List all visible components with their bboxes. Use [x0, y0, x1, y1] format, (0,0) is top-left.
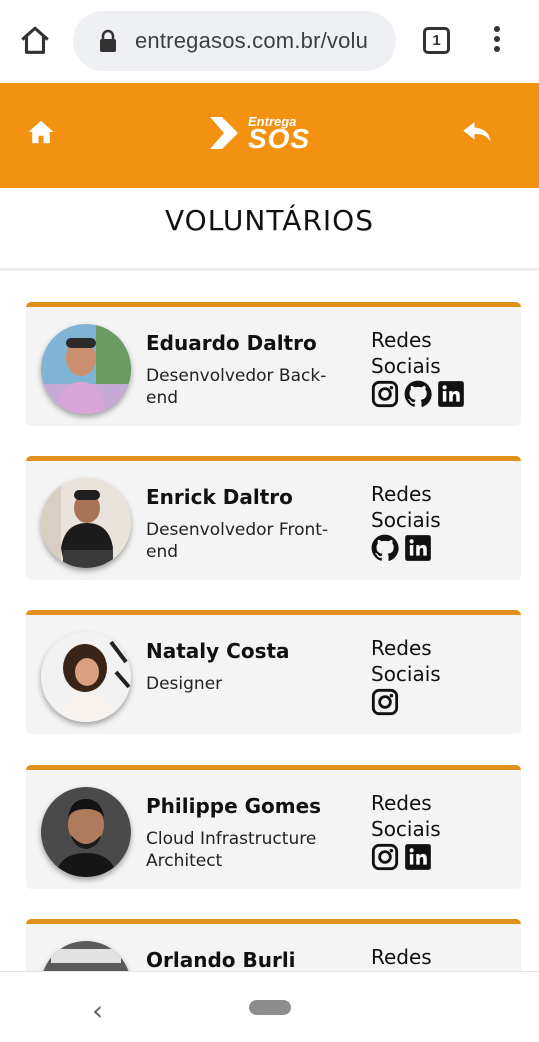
back-chevron-icon[interactable]: ‹ — [92, 994, 103, 1027]
volunteer-card: Orlando Burli Redes — [26, 919, 521, 971]
social-label: Redes Sociais — [371, 636, 441, 686]
volunteer-role: Cloud Infrastructure Architect — [146, 829, 317, 871]
app-header: Entrega SOS — [0, 83, 539, 188]
volunteer-name: Eduardo Daltro — [146, 331, 317, 355]
home-icon[interactable] — [26, 117, 56, 147]
volunteer-role: Desenvolvedor Front-end — [146, 520, 329, 562]
social-section: Redes Sociais — [371, 790, 511, 871]
reply-icon[interactable] — [462, 119, 492, 145]
volunteer-card: Eduardo Daltro Desenvolvedor Back-end Re… — [26, 302, 521, 426]
social-section: Redes — [371, 944, 511, 970]
home-pill-icon[interactable] — [249, 1000, 291, 1015]
logo-big-text: SOS — [248, 123, 311, 154]
linkedin-icon[interactable] — [437, 380, 465, 408]
avatar — [41, 632, 131, 722]
instagram-icon[interactable] — [371, 380, 399, 408]
volunteer-list[interactable]: Eduardo Daltro Desenvolvedor Back-end Re… — [0, 271, 539, 971]
social-label: Redes Sociais — [371, 482, 441, 532]
volunteer-card: Nataly Costa Designer Redes Sociais — [26, 610, 521, 734]
linkedin-icon[interactable] — [404, 843, 432, 871]
system-navigation-bar: ‹ — [0, 971, 539, 1042]
logo[interactable]: Entrega SOS — [206, 111, 312, 155]
social-label: Redes Sociais — [371, 791, 441, 841]
social-section: Redes Sociais — [371, 481, 511, 562]
volunteer-name: Nataly Costa — [146, 639, 290, 663]
social-label: Redes — [371, 945, 432, 969]
volunteer-role: Desenvolvedor Back-end — [146, 366, 327, 408]
page-title: VOLUNTÁRIOS — [165, 204, 374, 237]
logo-arrow-icon — [210, 117, 238, 149]
github-icon[interactable] — [404, 380, 432, 408]
avatar — [41, 478, 131, 568]
social-section: Redes Sociais — [371, 327, 511, 408]
linkedin-icon[interactable] — [404, 534, 432, 562]
volunteer-card: Philippe Gomes Cloud Infrastructure Arch… — [26, 765, 521, 889]
avatar — [41, 324, 131, 414]
volunteer-role: Designer — [146, 674, 223, 694]
social-section: Redes Sociais — [371, 635, 511, 716]
social-label: Redes Sociais — [371, 328, 441, 378]
instagram-icon[interactable] — [371, 843, 399, 871]
volunteer-card: Enrick Daltro Desenvolvedor Front-end Re… — [26, 456, 521, 580]
home-icon[interactable] — [18, 24, 52, 58]
volunteer-name: Enrick Daltro — [146, 485, 293, 509]
volunteer-name: Orlando Burli — [146, 948, 296, 971]
tabs-button[interactable]: 1 — [423, 27, 450, 54]
lock-icon — [100, 29, 116, 52]
url-text[interactable]: entregasos.com.br/volu — [135, 28, 368, 54]
more-vert-icon[interactable] — [487, 26, 507, 56]
avatar — [41, 941, 131, 971]
browser-toolbar: entregasos.com.br/volu 1 — [0, 0, 539, 82]
avatar — [41, 787, 131, 877]
instagram-icon[interactable] — [371, 688, 399, 716]
volunteer-name: Philippe Gomes — [146, 794, 322, 818]
github-icon[interactable] — [371, 534, 399, 562]
tab-count: 1 — [432, 32, 441, 49]
address-bar[interactable]: entregasos.com.br/volu — [73, 11, 396, 71]
